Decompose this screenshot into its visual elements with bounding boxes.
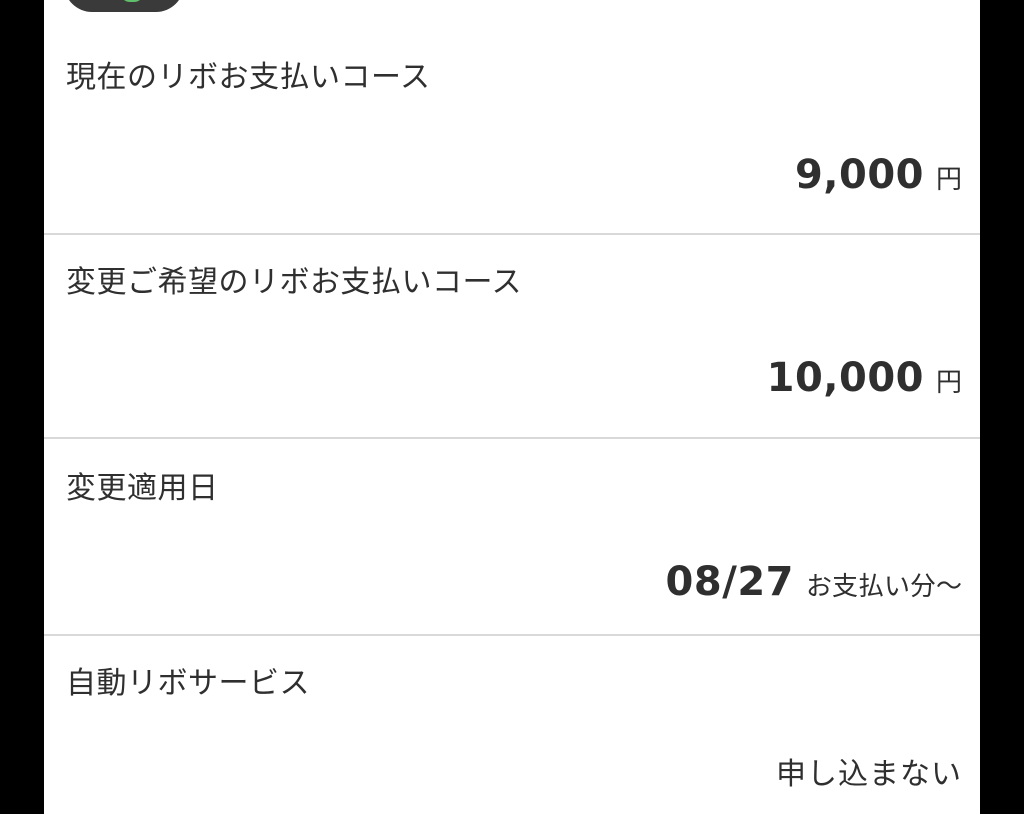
desired-course-row: 変更ご希望のリボお支払いコース 10,000 円 [44,235,980,437]
revo-course-change-panel: 現在のリボお支払いコース 9,000 円 変更ご希望のリボお支払いコース 10,0… [44,0,980,814]
current-course-value: 9,000 円 [795,152,962,198]
auto-revo-row: 自動リボサービス 申し込まない [44,636,980,814]
desired-course-unit: 円 [935,368,962,398]
current-course-amount: 9,000 [794,152,924,198]
current-course-row: 現在のリボお支払いコース 9,000 円 [44,0,980,233]
auto-revo-label: 自動リボサービス [66,666,310,701]
effective-date-suffix: お支払い分〜 [805,572,962,602]
effective-date-label: 変更適用日 [66,471,219,506]
desired-course-amount: 10,000 [766,355,924,401]
current-course-label: 現在のリボお支払いコース [66,60,431,95]
auto-revo-status: 申し込まない [776,757,962,792]
effective-date-value: 08/27 お支払い分〜 [666,559,962,605]
auto-revo-value: 申し込まない [776,749,962,793]
desired-course-value: 10,000 円 [767,355,962,401]
desired-course-label: 変更ご希望のリボお支払いコース [66,265,522,300]
effective-date-row: 変更適用日 08/27 お支払い分〜 [44,439,980,634]
current-course-unit: 円 [935,165,962,195]
effective-date: 08/27 [665,559,794,605]
